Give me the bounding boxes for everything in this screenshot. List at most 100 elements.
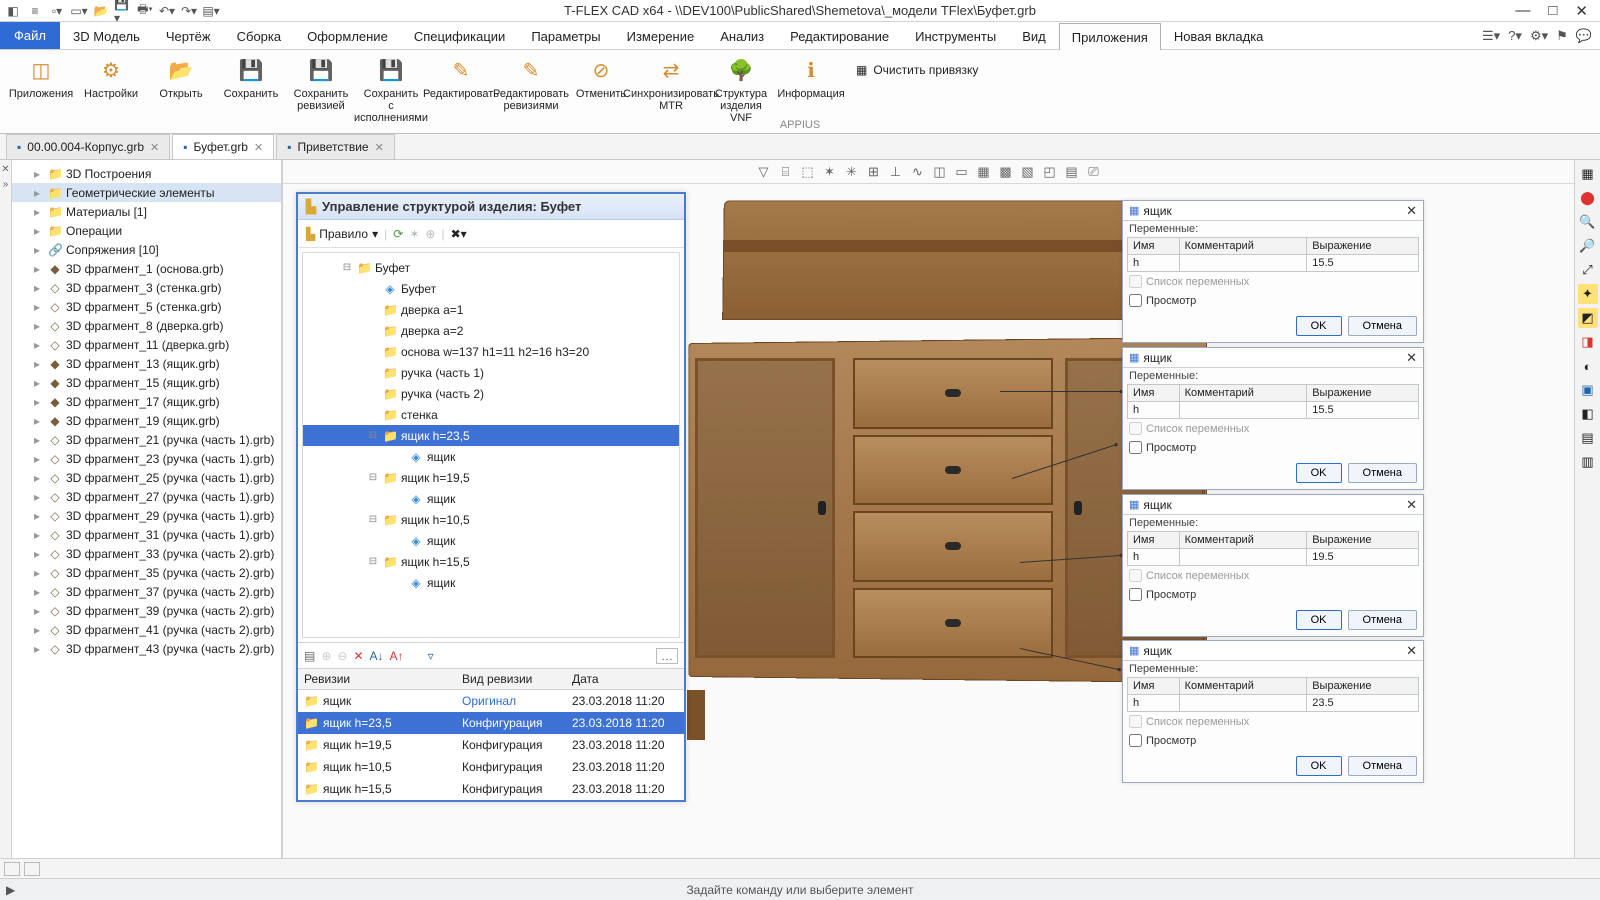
mid-sort-asc-icon[interactable]: A↓ xyxy=(370,649,384,663)
ok-button[interactable]: OK xyxy=(1296,316,1342,336)
structure-row[interactable]: ◈ящик xyxy=(303,572,679,593)
vp-tool-icon[interactable]: ▤ xyxy=(1063,164,1081,180)
vp-tool-icon[interactable]: ◰ xyxy=(1041,164,1059,180)
variable-dialog[interactable]: ▦ящик✕Переменные:ИмяКомментарийВыражение… xyxy=(1122,347,1424,490)
dialog-close-icon[interactable]: ✕ xyxy=(1406,497,1417,513)
clear-binding-button[interactable]: ▦ Очистить привязку xyxy=(848,60,986,80)
ribbon-button[interactable]: ℹИнформация xyxy=(776,54,846,126)
refresh-icon[interactable]: ⟳ xyxy=(393,227,403,241)
rule-dropdown[interactable]: ▙ Правило ▾ xyxy=(306,227,378,241)
menu-tab[interactable]: Новая вкладка xyxy=(1161,22,1277,49)
structure-row[interactable]: ◈ящик xyxy=(303,530,679,551)
var-name-cell[interactable]: h xyxy=(1128,695,1180,712)
vp-tool-icon[interactable]: ✳ xyxy=(843,164,861,180)
rtool-icon[interactable]: ⤢ xyxy=(1578,260,1598,280)
mid-icon[interactable]: ⊕ xyxy=(321,649,331,663)
tools-icon[interactable]: ✖▾ xyxy=(451,227,467,241)
tb-icon[interactable]: ⊕ xyxy=(425,227,435,241)
file-menu[interactable]: Файл xyxy=(0,22,60,49)
qat-save-icon[interactable]: 💾▾ xyxy=(114,2,132,20)
dialog-close-icon[interactable]: ✕ xyxy=(1406,643,1417,659)
rtool-icon[interactable]: ▦ xyxy=(1578,164,1598,184)
tree-row[interactable]: ▸◇3D фрагмент_3 (стенка.grb) xyxy=(12,278,281,297)
rtool-icon[interactable]: ◨ xyxy=(1578,332,1598,352)
vp-tool-icon[interactable]: ▧ xyxy=(1019,164,1037,180)
revision-row[interactable]: 📁 ящикОригинал23.03.2018 11:20 xyxy=(298,690,684,712)
preview-checkbox[interactable] xyxy=(1129,734,1142,747)
tree-row[interactable]: ▸◇3D фрагмент_23 (ручка (часть 1).grb) xyxy=(12,449,281,468)
ribbon-button[interactable]: ✎Редактировать xyxy=(426,54,496,126)
menu-tab[interactable]: Анализ xyxy=(707,22,777,49)
variable-dialog[interactable]: ▦ящик✕Переменные:ИмяКомментарийВыражение… xyxy=(1122,494,1424,637)
structure-row[interactable]: 📁стенка xyxy=(303,404,679,425)
tree-row[interactable]: ▸◇3D фрагмент_25 (ручка (часть 1).grb) xyxy=(12,468,281,487)
var-comment-cell[interactable] xyxy=(1179,255,1307,272)
minimize-button[interactable]: — xyxy=(1515,2,1530,20)
cancel-button[interactable]: Отмена xyxy=(1348,463,1417,483)
structure-row[interactable]: 📁дверка a=1 xyxy=(303,299,679,320)
vp-tool-icon[interactable]: ⎚ xyxy=(1085,164,1103,180)
rev-header[interactable]: Дата xyxy=(566,672,684,686)
structure-row[interactable]: ⊟📁ящик h=15,5 xyxy=(303,551,679,572)
structure-row[interactable]: ⊟📁ящик h=23,5 xyxy=(303,425,679,446)
structure-row[interactable]: ◈ящик xyxy=(303,446,679,467)
vp-tool-icon[interactable]: ∿ xyxy=(909,164,927,180)
variable-dialog[interactable]: ▦ящик✕Переменные:ИмяКомментарийВыражение… xyxy=(1122,200,1424,343)
close-button[interactable]: ✕ xyxy=(1575,2,1588,20)
structure-row[interactable]: ⊟📁ящик h=10,5 xyxy=(303,509,679,530)
tree-row[interactable]: ▸🔗Сопряжения [10] xyxy=(12,240,281,259)
rtool-icon[interactable]: ◧ xyxy=(1578,404,1598,424)
var-name-cell[interactable]: h xyxy=(1128,402,1180,419)
var-expr-cell[interactable]: 23.5 xyxy=(1307,695,1419,712)
tree-row[interactable]: ▸◇3D фрагмент_8 (дверка.grb) xyxy=(12,316,281,335)
ok-button[interactable]: OK xyxy=(1296,463,1342,483)
ok-button[interactable]: OK xyxy=(1296,756,1342,776)
vp-tool-icon[interactable]: ◫ xyxy=(931,164,949,180)
vp-tool-icon[interactable]: ▭ xyxy=(953,164,971,180)
vp-tool-icon[interactable]: ▽ xyxy=(755,164,773,180)
preview-checkbox[interactable] xyxy=(1129,294,1142,307)
rtool-icon[interactable]: ▣ xyxy=(1578,380,1598,400)
rtool-icon[interactable]: ✦ xyxy=(1578,284,1598,304)
var-comment-cell[interactable] xyxy=(1179,549,1307,566)
help-icon[interactable]: ?▾ xyxy=(1508,28,1522,44)
rtool-icon[interactable]: 🔍 xyxy=(1578,212,1598,232)
close-tab-icon[interactable]: ✕ xyxy=(375,141,384,154)
maximize-button[interactable]: □ xyxy=(1548,2,1557,20)
revision-row[interactable]: 📁 ящик h=15,5Конфигурация23.03.2018 11:2… xyxy=(298,778,684,800)
menu-tab[interactable]: Параметры xyxy=(518,22,613,49)
tree-row[interactable]: ▸◆3D фрагмент_15 (ящик.grb) xyxy=(12,373,281,392)
ribbon-button[interactable]: 🌳Структураизделия VNF xyxy=(706,54,776,126)
document-tab[interactable]: ▪Приветствие✕ xyxy=(276,134,395,159)
chat-icon[interactable]: 💬 xyxy=(1576,28,1592,44)
ribbon-button[interactable]: ⇄СинхронизироватьMTR xyxy=(636,54,706,126)
cancel-button[interactable]: Отмена xyxy=(1348,316,1417,336)
variable-dialog[interactable]: ▦ящик✕Переменные:ИмяКомментарийВыражение… xyxy=(1122,640,1424,783)
menu-tab[interactable]: Чертёж xyxy=(153,22,224,49)
mid-icon[interactable]: ⊖ xyxy=(337,649,347,663)
structure-row[interactable]: 📁дверка a=2 xyxy=(303,320,679,341)
gutter-right-icon[interactable]: » xyxy=(3,179,9,190)
structure-row[interactable]: ⊟📁Буфет xyxy=(303,257,679,278)
tree-row[interactable]: ▸📁Геометрические элементы xyxy=(12,183,281,202)
rtool-icon[interactable]: ▥ xyxy=(1578,452,1598,472)
app-icon[interactable]: ◧ xyxy=(4,2,22,20)
ribbon-button[interactable]: 💾Сохранитьревизией xyxy=(286,54,356,126)
ribbon-button[interactable]: ⚙Настройки xyxy=(76,54,146,126)
mid-icon[interactable]: ▤ xyxy=(304,649,315,663)
structure-row[interactable]: 📁ручка (часть 1) xyxy=(303,362,679,383)
close-tab-icon[interactable]: ✕ xyxy=(254,141,263,154)
dialog-close-icon[interactable]: ✕ xyxy=(1406,350,1417,366)
cancel-button[interactable]: Отмена xyxy=(1348,756,1417,776)
tree-row[interactable]: ▸◆3D фрагмент_19 (ящик.grb) xyxy=(12,411,281,430)
structure-row[interactable]: 📁ручка (часть 2) xyxy=(303,383,679,404)
vp-tool-icon[interactable]: ⌸ xyxy=(777,164,795,180)
settings-icon[interactable]: ⚙▾ xyxy=(1530,28,1548,44)
structure-dialog[interactable]: ▙Управление структурой изделия: Буфет ▙ … xyxy=(296,192,686,802)
rtool-icon[interactable]: ◐ xyxy=(1578,356,1598,376)
vp-tool-icon[interactable]: ⊞ xyxy=(865,164,883,180)
menu-tab[interactable]: Приложения xyxy=(1059,23,1161,50)
var-name-cell[interactable]: h xyxy=(1128,255,1180,272)
rtool-icon[interactable]: ⬤ xyxy=(1578,188,1598,208)
rev-header[interactable]: Вид ревизии xyxy=(456,672,566,686)
